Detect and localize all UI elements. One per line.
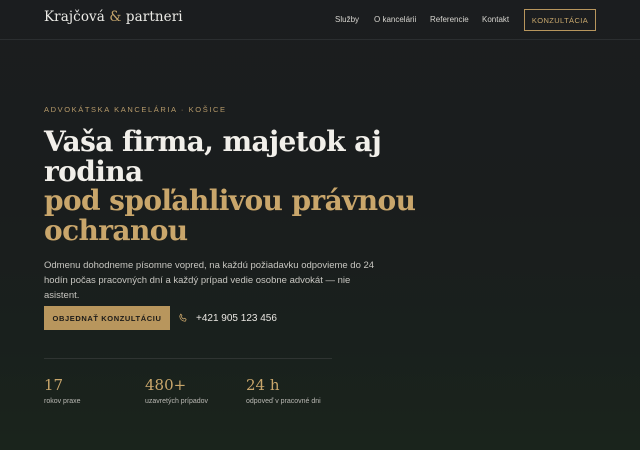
brand-logo[interactable]: Krajčová & partneri <box>44 9 183 25</box>
stats-divider <box>44 358 332 359</box>
top-navigation: Krajčová & partneri Služby O kancelárii … <box>0 0 640 40</box>
nav-link-sluzby[interactable]: Služby <box>335 15 359 24</box>
headline-accent-line-1: pod spoľahlivou právnou <box>44 184 416 217</box>
nav-link-referencie[interactable]: Referencie <box>430 15 469 24</box>
hero-lead-text: Odmenu dohodneme písomne vopred, na každ… <box>44 260 375 301</box>
stat-value: 480+ <box>145 376 187 394</box>
consultation-button[interactable]: KONZULTÁCIA <box>524 9 596 31</box>
hero-eyebrow: ADVOKÁTSKA KANCELÁRIA · KOŠICE <box>44 105 227 114</box>
stat-label: rokov praxe <box>44 398 81 405</box>
stat-value: 24 h <box>246 376 280 394</box>
logo-name: Krajčová <box>44 9 105 25</box>
phone-icon <box>179 313 187 322</box>
headline-accent-line-2: ochranou <box>44 213 188 247</box>
stat-response: 24 h odpoveď v pracovné dni <box>246 376 321 405</box>
logo-ampersand: & <box>109 9 122 25</box>
stat-years: 17 rokov praxe <box>44 376 81 405</box>
stat-label: odpoveď v pracovné dni <box>246 398 321 405</box>
stat-cases: 480+ uzavretých prípadov <box>145 376 208 405</box>
phone-link[interactable]: +421 905 123 456 <box>178 311 277 325</box>
stat-value: 17 <box>44 376 64 394</box>
nav-link-o-kancelarii[interactable]: O kancelárii <box>374 15 416 24</box>
hero-headline: Vaša firma, majetok aj rodina pod spoľah… <box>44 127 424 245</box>
phone-number: +421 905 123 456 <box>196 312 277 324</box>
book-consultation-button[interactable]: OBJEDNAŤ KONZULTÁCIU <box>44 306 170 330</box>
nav-link-kontakt[interactable]: Kontakt <box>482 15 509 24</box>
headline-line-1: Vaša firma, majetok aj <box>44 125 382 158</box>
stat-label: uzavretých prípadov <box>145 398 209 405</box>
logo-rest: partneri <box>125 9 183 25</box>
headline-line-2: rodina <box>44 154 143 188</box>
